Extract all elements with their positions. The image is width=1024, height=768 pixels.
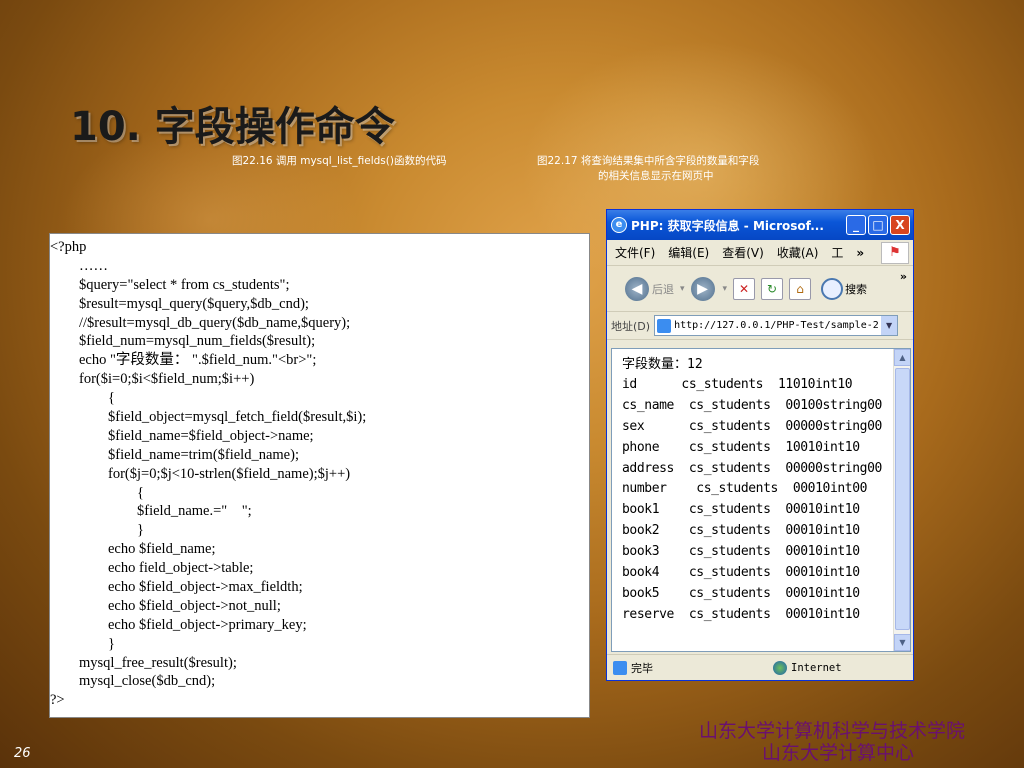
scroll-up-icon[interactable]: ▲ bbox=[894, 349, 910, 366]
code-line: $field_name.=" "; bbox=[50, 503, 252, 520]
code-line: echo $field_object->primary_key; bbox=[50, 616, 307, 633]
search-icon[interactable] bbox=[821, 277, 844, 300]
window-title: PHP: 获取字段信息 - Microsof... bbox=[631, 218, 824, 233]
forward-arrow-icon[interactable]: ▶ bbox=[690, 276, 715, 301]
code-listing: <?php …… $query="select * from cs_studen… bbox=[49, 233, 590, 718]
code-line: echo $field_name; bbox=[50, 541, 216, 558]
ie-icon: e bbox=[611, 217, 627, 233]
address-dropdown-icon[interactable]: ▼ bbox=[881, 316, 898, 335]
field-row: number cs_students 00010int00 bbox=[622, 481, 868, 497]
slide-number: 26 bbox=[14, 746, 31, 761]
code-line: …… bbox=[50, 257, 108, 274]
code-line: { bbox=[50, 484, 144, 501]
code-line: $result=mysql_query($query,$db_cnd); bbox=[50, 295, 309, 312]
page-text: 字段数量：12 id cs_students 11010int10 cs_name… bbox=[612, 349, 910, 626]
page-done-icon bbox=[613, 660, 627, 675]
scroll-down-icon[interactable]: ▼ bbox=[894, 634, 910, 651]
code-line: ?> bbox=[50, 692, 65, 709]
address-label: 地址(D) bbox=[611, 319, 651, 333]
address-bar: 地址(D) http://127.0.0.1/PHP-Test/sample-2… bbox=[607, 312, 913, 340]
field-row: book1 cs_students 00010int10 bbox=[622, 502, 860, 518]
code-line: //$result=mysql_db_query($db_name,$query… bbox=[50, 314, 351, 331]
close-button[interactable]: X bbox=[890, 215, 910, 235]
field-count-text: 字段数量：12 bbox=[622, 357, 703, 372]
forward-dropdown-icon[interactable]: ▾ bbox=[723, 284, 728, 294]
back-button-label[interactable]: 后退 bbox=[652, 281, 674, 297]
field-row: reserve cs_students 00010int10 bbox=[622, 606, 860, 622]
field-row: book4 cs_students 00010int10 bbox=[622, 565, 860, 581]
status-bar: 完毕 Internet bbox=[607, 654, 913, 680]
home-icon[interactable]: ⌂ bbox=[789, 277, 812, 300]
code-line: $field_name=$field_object->name; bbox=[50, 427, 314, 444]
address-url[interactable]: http://127.0.0.1/PHP-Test/sample-2205. bbox=[674, 320, 878, 331]
figure-caption-right-line2: 的相关信息显示在网页中 bbox=[598, 170, 714, 182]
toolbar-more-chevron[interactable]: » bbox=[900, 270, 907, 283]
menu-bar: 文件(F) 编辑(E) 查看(V) 收藏(A) 工 » ⚑ bbox=[607, 240, 913, 266]
menu-favorites[interactable]: 收藏(A) bbox=[777, 244, 819, 261]
back-dropdown-icon[interactable]: ▾ bbox=[680, 284, 685, 294]
code-line: $field_object=mysql_fetch_field($result,… bbox=[50, 409, 367, 426]
menu-file[interactable]: 文件(F) bbox=[615, 244, 655, 261]
search-button-label[interactable]: 搜索 bbox=[845, 281, 867, 297]
menu-more-chevron[interactable]: » bbox=[856, 246, 864, 260]
code-line: <?php bbox=[50, 239, 87, 255]
field-list: id cs_students 11010int10 cs_name cs_stud… bbox=[622, 375, 910, 626]
code-line: echo $field_object->not_null; bbox=[50, 597, 281, 614]
menu-tools[interactable]: 工 bbox=[831, 244, 843, 261]
code-line: $query="select * from cs_students"; bbox=[50, 276, 290, 293]
figure-caption-left: 图22.16 调用 mysql_list_fields()函数的代码 bbox=[232, 155, 447, 167]
code-line: } bbox=[50, 522, 144, 539]
minimize-button[interactable]: _ bbox=[846, 215, 866, 235]
field-row: id cs_students 11010int10 bbox=[622, 377, 853, 392]
code-line: $field_num=mysql_num_fields($result); bbox=[50, 333, 316, 350]
stop-icon[interactable]: ✕ bbox=[733, 277, 756, 300]
toolbar: ◀ 后退 ▾ ▶ ▾ ✕ ↻ ⌂ 搜索 » bbox=[607, 266, 913, 312]
code-line: echo $field_object->max_fieldth; bbox=[50, 579, 303, 596]
field-row: phone cs_students 10010int10 bbox=[622, 439, 860, 455]
address-input[interactable]: http://127.0.0.1/PHP-Test/sample-2205. ▼ bbox=[654, 315, 899, 336]
code-line: for($j=0;$j<10-strlen($field_name);$j++) bbox=[50, 465, 351, 482]
browser-window: e PHP: 获取字段信息 - Microsof... _ □ X 文件(F) … bbox=[606, 209, 914, 681]
windows-logo-icon: ⚑ bbox=[881, 242, 909, 264]
figure-caption-right-line1: 图22.17 将查询结果集中所含字段的数量和字段 bbox=[537, 155, 760, 167]
menu-view[interactable]: 查看(V) bbox=[722, 244, 764, 261]
scrollbar-thumb[interactable] bbox=[895, 368, 910, 630]
code-line: mysql_close($db_cnd); bbox=[50, 673, 216, 690]
code-line: echo field_object->table; bbox=[50, 560, 254, 577]
field-row: book3 cs_students 00010int10 bbox=[622, 544, 860, 560]
menu-edit[interactable]: 编辑(E) bbox=[668, 244, 709, 261]
field-row: address cs_students 00000string00 bbox=[622, 460, 882, 476]
code-line: echo "字段数量： ".$field_num."<br>"; bbox=[50, 352, 317, 369]
code-line: mysql_free_result($result); bbox=[50, 654, 237, 671]
internet-globe-icon bbox=[773, 660, 787, 675]
field-row: book5 cs_students 00010int10 bbox=[622, 585, 860, 601]
code-line: { bbox=[50, 390, 115, 407]
window-controls: _ □ X bbox=[846, 215, 910, 235]
vertical-scrollbar[interactable]: ▲ ▼ bbox=[893, 349, 910, 651]
maximize-button[interactable]: □ bbox=[868, 215, 888, 235]
page-icon bbox=[657, 318, 672, 333]
zone-text: Internet bbox=[791, 661, 842, 674]
page-content: 字段数量：12 id cs_students 11010int10 cs_name… bbox=[611, 348, 911, 652]
status-text: 完毕 bbox=[631, 661, 653, 675]
refresh-icon[interactable]: ↻ bbox=[761, 277, 784, 300]
code-line: $field_name=trim($field_name); bbox=[50, 446, 299, 463]
browser-titlebar[interactable]: e PHP: 获取字段信息 - Microsof... _ □ X bbox=[607, 210, 913, 240]
field-row: cs_name cs_students 00100string00 bbox=[622, 397, 882, 413]
code-line: } bbox=[50, 635, 115, 652]
field-row: book2 cs_students 00010int10 bbox=[622, 523, 860, 539]
field-row: sex cs_students 00000string00 bbox=[622, 418, 882, 434]
code-line: for($i=0;$i<$field_num;$i++) bbox=[50, 371, 255, 388]
back-arrow-icon[interactable]: ◀ bbox=[625, 276, 649, 301]
slide-title: 10. 字段操作命令 bbox=[70, 104, 395, 150]
footer-center: 山东大学计算中心 bbox=[762, 742, 915, 764]
